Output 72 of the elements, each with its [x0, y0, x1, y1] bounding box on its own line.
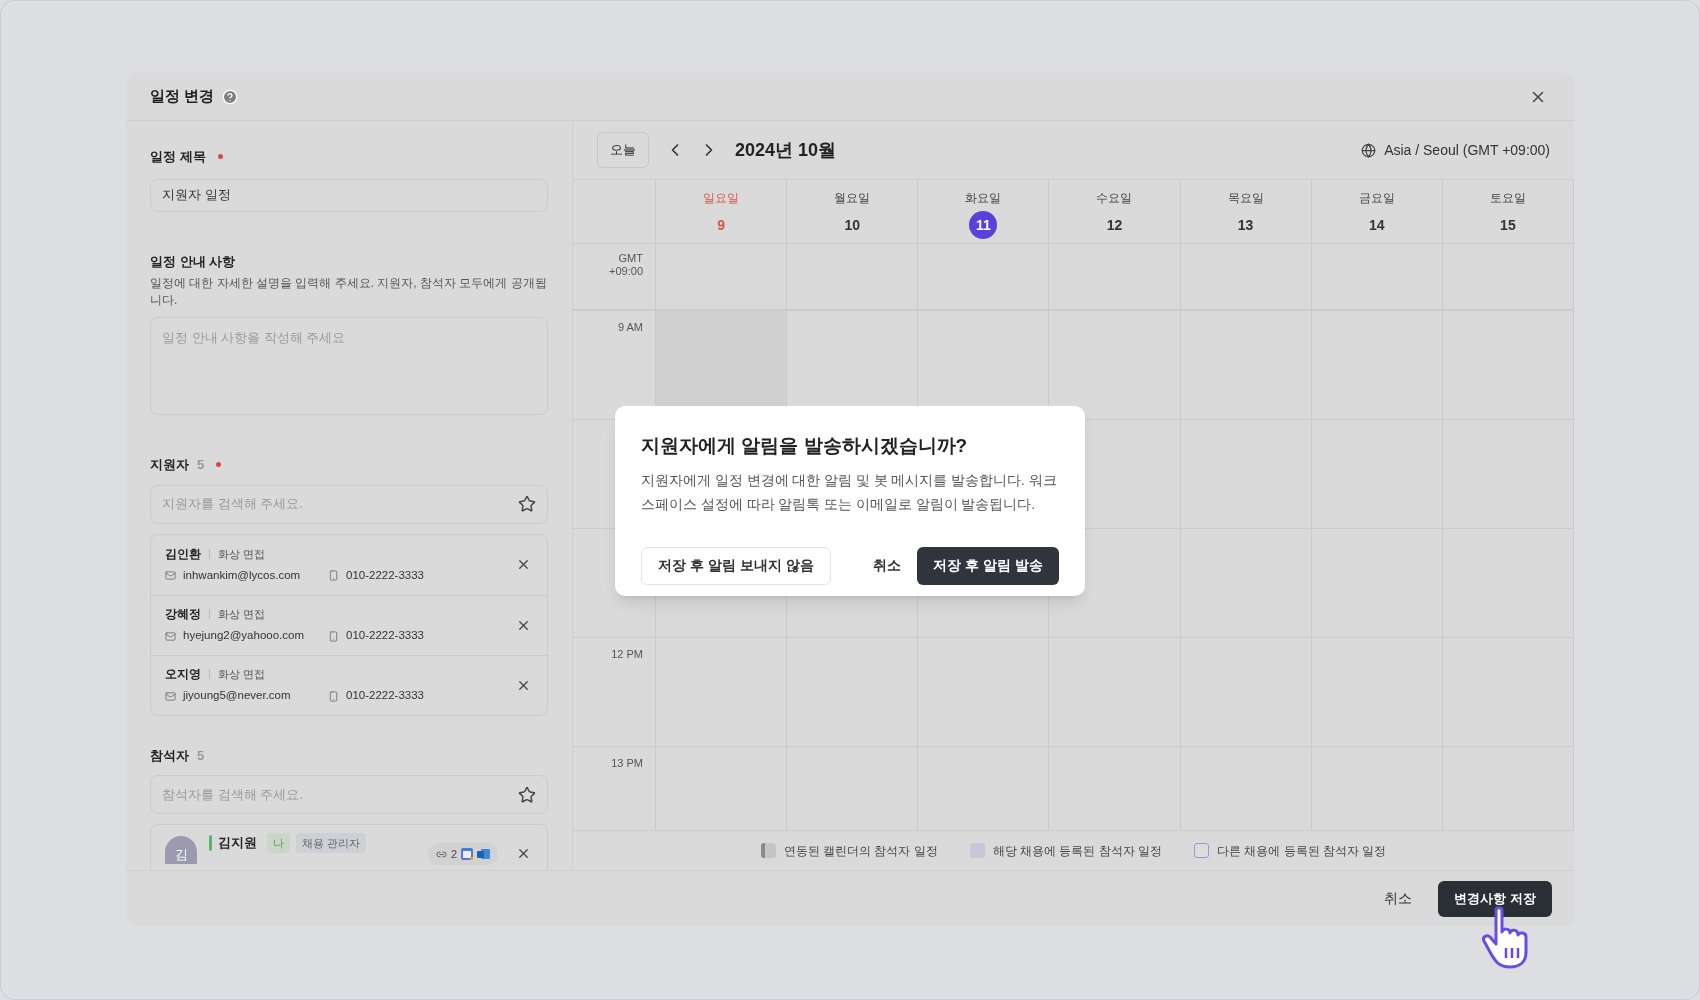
remove-button[interactable]: [516, 557, 531, 572]
weekday-label: 금요일: [1358, 191, 1395, 206]
interview-type: 화상 면접: [218, 667, 266, 683]
weekday-label: 수요일: [1096, 191, 1133, 206]
timezone-label: GMT +09:00: [608, 252, 643, 279]
legend-swatch: [1194, 843, 1209, 858]
applicant-name: 강혜정: [165, 606, 201, 624]
interview-type: 화상 면접: [218, 546, 266, 562]
globe-icon: [1361, 142, 1377, 158]
title-input[interactable]: 지원자 일정: [150, 178, 548, 212]
month-title: 2024년 10월: [735, 138, 837, 162]
weekday-label: 목요일: [1227, 191, 1264, 206]
legend-swatch: [760, 843, 776, 858]
date-number[interactable]: 13: [1231, 211, 1260, 240]
help-icon[interactable]: [222, 88, 239, 105]
calendar-app-icon: [461, 848, 473, 860]
legend-label: 해당 채용에 등록된 참석자 일정: [992, 842, 1162, 860]
today-button[interactable]: 오늘: [597, 132, 649, 168]
applicant-name: 오지영: [165, 666, 201, 684]
phone-text: 010-2222-3333: [346, 628, 424, 644]
star-icon[interactable]: [518, 785, 536, 804]
email-text: jiyoung5@never.com: [183, 688, 292, 704]
date-number[interactable]: 11: [969, 211, 998, 240]
cancel-button[interactable]: 취소: [857, 546, 918, 585]
cancel-button[interactable]: 취소: [1368, 880, 1429, 917]
modal-title: 지원자에게 알림을 발송하시겠습니까?: [641, 434, 969, 458]
legend-label: 다른 채용에 등록된 참석자 일정: [1217, 842, 1387, 860]
field-label: 일정 제목: [150, 148, 206, 166]
time-label: 13 PM: [611, 756, 643, 769]
mail-app-icon: [477, 848, 490, 860]
phone-icon: [328, 570, 339, 581]
email-text: inhwankim@lycos.com: [183, 567, 302, 583]
date-number[interactable]: 14: [1362, 211, 1391, 240]
avatar: 김: [165, 836, 197, 864]
star-icon[interactable]: [518, 495, 536, 513]
time-label: 9 AM: [617, 320, 643, 333]
role-tag: 채용 관리자: [296, 833, 367, 853]
help-text: 일정에 대한 자세한 설명을 입력해 주세요. 지원자, 참석자 모두에게 공개됩니다.: [150, 275, 548, 309]
modal-body: 지원자에게 일정 변경에 대한 알림 및 봇 메시지를 발송합니다. 워크스페이스 설정에 따라 알림톡 또는 이메일로 알림이 발송됩니다.: [641, 471, 1058, 514]
date-number[interactable]: 15: [1493, 211, 1522, 240]
timezone-text: Asia / Seoul (GMT +09:00): [1384, 140, 1550, 160]
weekday-label: 토요일: [1489, 191, 1526, 206]
phone-text: 010-2222-3333: [346, 688, 424, 704]
mail-icon: [165, 630, 176, 642]
phone-text: 010-2222-3333: [346, 567, 424, 583]
me-badge: 나: [267, 833, 290, 853]
link-count: 2: [450, 846, 457, 862]
weekday-label: 월요일: [834, 191, 871, 206]
mail-icon: [165, 570, 176, 581]
interview-type: 화상 면접: [218, 607, 266, 623]
time-label: 12 PM: [611, 647, 643, 660]
applicant-name: 김인환: [165, 545, 201, 563]
skip-notification-button[interactable]: 저장 후 알림 보내지 않음: [641, 546, 831, 585]
field-label: 일정 안내 사항: [150, 252, 237, 271]
date-number[interactable]: 12: [1100, 211, 1129, 240]
remove-button[interactable]: [516, 846, 531, 861]
count-text: 5: [197, 746, 205, 765]
save-button[interactable]: 변경사항 저장: [1438, 880, 1552, 917]
legend-label: 연동된 캘린더의 참석자 일정: [783, 842, 938, 860]
phone-icon: [328, 690, 339, 702]
dialog-title: 일정 변경: [150, 86, 215, 107]
count-text: 5: [197, 456, 205, 474]
send-button[interactable]: 저장 후 알림 발송: [917, 546, 1059, 585]
mail-icon: [165, 690, 176, 702]
phone-icon: [328, 630, 339, 642]
weekday-label: 일요일: [703, 191, 740, 206]
section-label: 참석자: [150, 746, 189, 765]
email-text: hyejung2@yahooo.com: [183, 628, 305, 644]
date-number[interactable]: 10: [838, 211, 867, 240]
weekday-label: 화요일: [965, 191, 1002, 206]
section-label: 지원자: [150, 456, 189, 474]
attendee-name: 김지원: [218, 834, 257, 852]
